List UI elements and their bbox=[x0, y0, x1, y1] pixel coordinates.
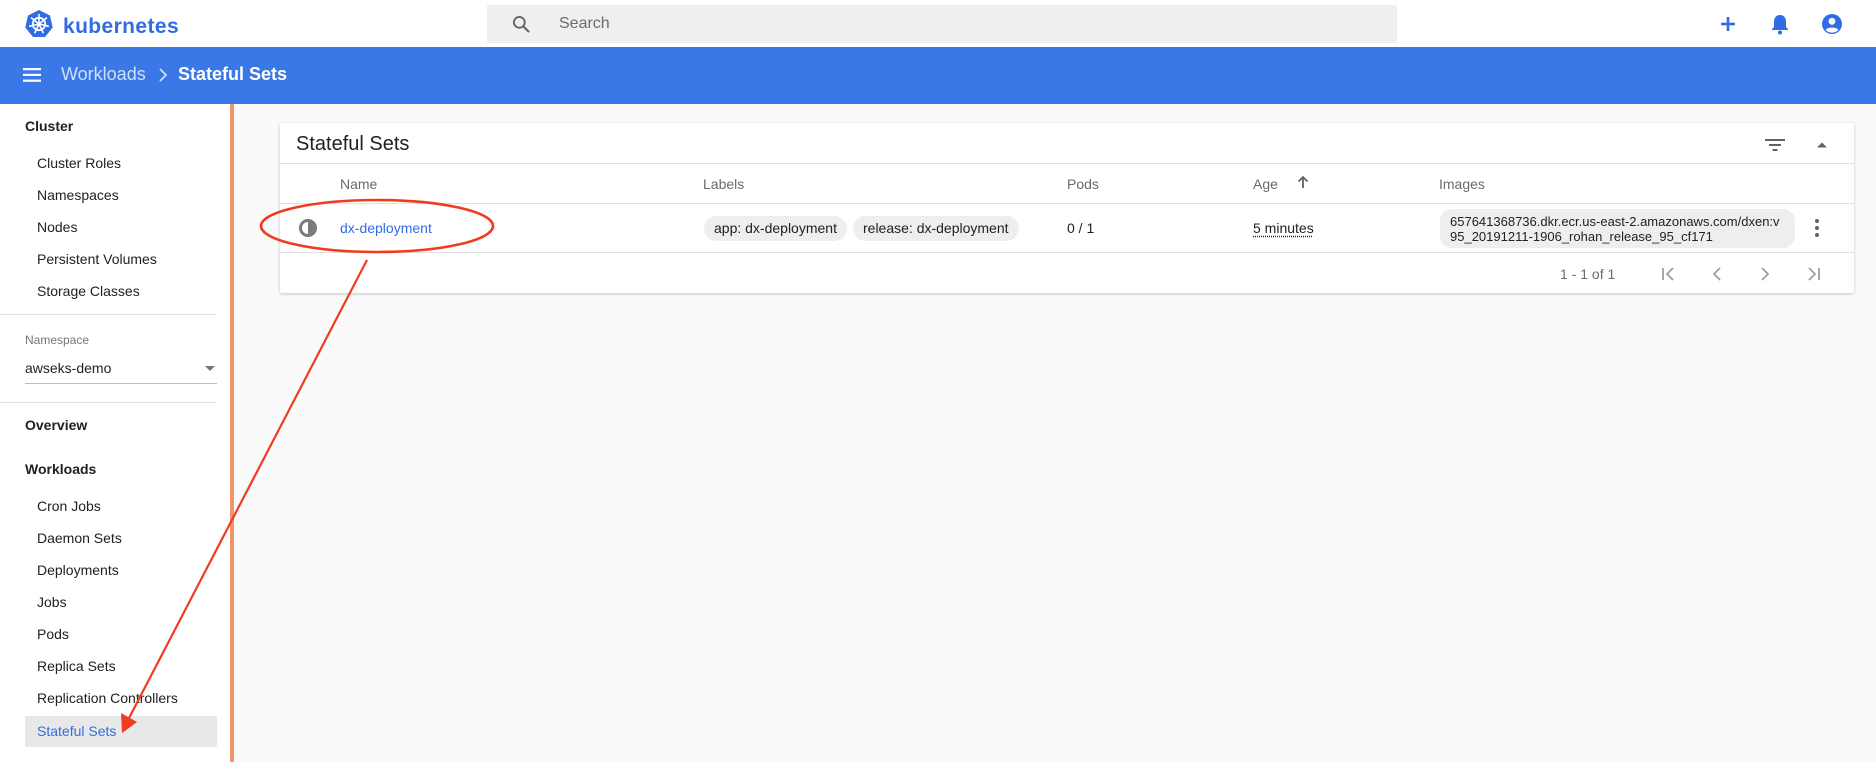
menu-icon[interactable] bbox=[22, 66, 44, 89]
breadcrumb-workloads[interactable]: Workloads bbox=[61, 64, 146, 85]
sidebar-item-overview[interactable]: Overview bbox=[25, 417, 87, 433]
sidebar-item-stateful-sets[interactable]: Stateful Sets bbox=[25, 716, 217, 747]
column-header-images: Images bbox=[1439, 176, 1485, 192]
sidebar-heading-cluster[interactable]: Cluster bbox=[25, 118, 73, 134]
sidebar-item-deployments[interactable]: Deployments bbox=[25, 555, 217, 586]
sidebar-item-namespaces[interactable]: Namespaces bbox=[25, 180, 217, 211]
sidebar-item-persistent-volumes[interactable]: Persistent Volumes bbox=[25, 244, 217, 275]
breadcrumb-current: Stateful Sets bbox=[178, 64, 288, 84]
filter-icon[interactable] bbox=[1764, 135, 1786, 160]
previous-page-icon[interactable] bbox=[1707, 264, 1727, 289]
sidebar-item-cron-jobs[interactable]: Cron Jobs bbox=[25, 491, 217, 522]
search-icon bbox=[511, 14, 531, 39]
collapse-arrow-icon[interactable] bbox=[1812, 135, 1832, 160]
dropdown-arrow-icon bbox=[205, 366, 215, 371]
sidebar-item-storage-classes[interactable]: Storage Classes bbox=[25, 276, 217, 307]
add-icon[interactable] bbox=[1716, 12, 1740, 41]
top-bar: kubernetes bbox=[0, 0, 1876, 47]
table-row: dx-deployment app: dx-deployment release… bbox=[280, 204, 1854, 253]
namespace-select[interactable]: awseks-demo bbox=[25, 356, 217, 384]
table-header: Name Labels Pods Age Images bbox=[280, 163, 1854, 204]
column-header-labels: Labels bbox=[703, 176, 745, 192]
column-header-pods: Pods bbox=[1067, 176, 1099, 192]
account-circle-icon[interactable] bbox=[1820, 12, 1844, 41]
sidebar-divider bbox=[0, 314, 216, 315]
pending-status-icon bbox=[297, 217, 319, 242]
sidebar-item-daemon-sets[interactable]: Daemon Sets bbox=[25, 523, 217, 554]
last-page-icon[interactable] bbox=[1803, 264, 1823, 289]
app-name: kubernetes bbox=[63, 14, 180, 38]
label-chip-release: release: dx-deployment bbox=[853, 216, 1019, 241]
search-bar bbox=[487, 5, 1397, 43]
label-chip-app: app: dx-deployment bbox=[704, 216, 847, 241]
age-value: 5 minutes bbox=[1253, 220, 1314, 236]
sidebar-item-cluster-roles[interactable]: Cluster Roles bbox=[25, 148, 217, 179]
pagination-range: 1 - 1 of 1 bbox=[1560, 266, 1616, 282]
search-input[interactable] bbox=[559, 5, 1379, 43]
annotation-overlay bbox=[121, 198, 495, 733]
kubernetes-wheel-icon bbox=[24, 9, 54, 44]
pods-count: 0 / 1 bbox=[1067, 220, 1095, 236]
sidebar-item-replication-controllers[interactable]: Replication Controllers bbox=[25, 683, 217, 714]
stateful-sets-card: Stateful Sets Name Labels Pods Age Image… bbox=[280, 123, 1854, 293]
sidebar: Cluster Cluster Roles Namespaces Nodes P… bbox=[0, 104, 234, 762]
toolbar: Workloads Stateful Sets bbox=[0, 47, 1876, 104]
sort-arrow-up-icon[interactable] bbox=[1296, 174, 1310, 193]
sidebar-divider bbox=[0, 402, 216, 403]
statefulset-name[interactable]: dx-deployment bbox=[340, 220, 432, 236]
namespace-value: awseks-demo bbox=[25, 360, 112, 376]
row-name-link[interactable]: dx-deployment bbox=[340, 220, 432, 236]
image-chip: 657641368736.dkr.ecr.us-east-2.amazonaws… bbox=[1440, 209, 1795, 248]
column-header-name[interactable]: Name bbox=[340, 176, 377, 192]
pagination: 1 - 1 of 1 bbox=[280, 254, 1854, 293]
namespace-label: Namespace bbox=[25, 333, 90, 347]
chevron-right-icon bbox=[157, 67, 169, 88]
sidebar-item-pods[interactable]: Pods bbox=[25, 619, 217, 650]
first-page-icon[interactable] bbox=[1659, 264, 1679, 289]
sidebar-heading-workloads[interactable]: Workloads bbox=[25, 461, 96, 477]
sidebar-item-jobs[interactable]: Jobs bbox=[25, 587, 217, 618]
sidebar-item-replica-sets[interactable]: Replica Sets bbox=[25, 651, 217, 682]
sidebar-item-nodes[interactable]: Nodes bbox=[25, 212, 217, 243]
next-page-icon[interactable] bbox=[1755, 264, 1775, 289]
kubernetes-logo[interactable]: kubernetes bbox=[24, 9, 179, 44]
card-title: Stateful Sets bbox=[296, 133, 410, 155]
more-vert-icon[interactable] bbox=[1814, 218, 1820, 241]
bell-icon[interactable] bbox=[1768, 12, 1792, 41]
column-header-age[interactable]: Age bbox=[1253, 176, 1278, 192]
